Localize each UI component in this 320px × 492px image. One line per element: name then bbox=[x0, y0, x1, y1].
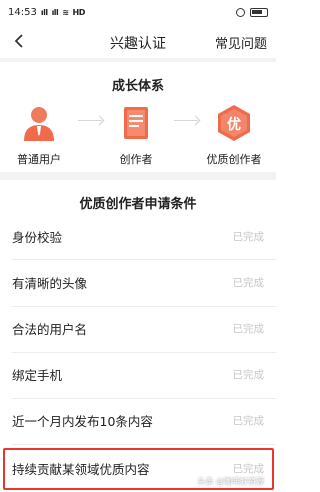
condition-label: 近一个月内发布10条内容 bbox=[12, 414, 153, 429]
condition-status: 已完成 bbox=[232, 231, 265, 243]
wifi-icon: ≋ bbox=[62, 7, 69, 17]
battery-icon bbox=[250, 7, 268, 17]
condition-row: 身份校验 已完成 bbox=[0, 214, 276, 259]
stage-label: 创作者 bbox=[119, 153, 153, 166]
alarm-icon bbox=[236, 7, 245, 17]
condition-status: 已完成 bbox=[232, 369, 265, 381]
growth-system-panel: 成长体系 普通用户 创作者 优 优质创作者 bbox=[0, 62, 276, 172]
book-icon bbox=[116, 103, 156, 143]
progress-arrow bbox=[78, 120, 102, 121]
condition-label: 有清晰的头像 bbox=[12, 276, 88, 291]
stage-quality-creator: 优 优质创作者 bbox=[199, 103, 269, 167]
conditions-title: 优质创作者申请条件 bbox=[79, 197, 197, 212]
quality-badge-icon: 优 bbox=[214, 103, 254, 143]
condition-status: 已完成 bbox=[232, 415, 265, 427]
clock: 14:53 bbox=[8, 6, 37, 18]
watermark: 头条 @咖啡好资源 bbox=[197, 477, 264, 486]
condition-label: 身份校验 bbox=[12, 230, 63, 245]
progress-arrow bbox=[174, 120, 198, 121]
condition-status: 已完成 bbox=[232, 323, 265, 335]
stage-label: 普通用户 bbox=[17, 153, 61, 166]
status-bar: 14:53 ıll ıll ≋ HD bbox=[0, 0, 276, 24]
growth-system-title: 成长体系 bbox=[111, 79, 164, 94]
condition-row: 合法的用户名 已完成 bbox=[0, 306, 276, 351]
faq-link[interactable]: 常见问题 bbox=[215, 33, 267, 52]
condition-label: 绑定手机 bbox=[12, 368, 63, 383]
condition-row: 有清晰的头像 已完成 bbox=[0, 260, 276, 305]
condition-row: 绑定手机 已完成 bbox=[0, 352, 276, 397]
stage-creator: 创作者 bbox=[101, 103, 171, 167]
condition-row: 近一个月内发布10条内容 已完成 bbox=[0, 398, 276, 443]
condition-label: 合法的用户名 bbox=[12, 322, 88, 337]
section-separator bbox=[0, 172, 276, 180]
signal-icon-2: ıll bbox=[51, 7, 59, 17]
stage-normal-user: 普通用户 bbox=[4, 103, 74, 167]
stage-label: 优质创作者 bbox=[206, 153, 262, 166]
badge-text: 优 bbox=[227, 117, 241, 133]
user-icon bbox=[19, 103, 59, 143]
network-label: HD bbox=[72, 7, 86, 17]
condition-status: 已完成 bbox=[232, 277, 265, 289]
nav-bar: 兴趣认证 常见问题 bbox=[0, 24, 276, 58]
row-divider bbox=[12, 444, 276, 445]
signal-icon: ıll bbox=[40, 7, 48, 17]
